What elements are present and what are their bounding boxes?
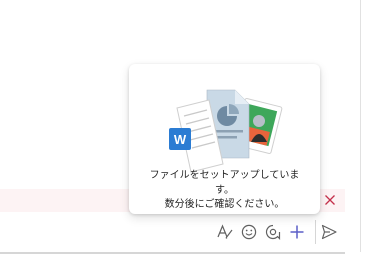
format-icon[interactable]	[214, 221, 236, 243]
panel-divider	[360, 0, 361, 252]
send-icon[interactable]	[318, 221, 340, 243]
emoji-icon[interactable]	[238, 221, 260, 243]
loop-icon[interactable]	[262, 221, 284, 243]
setup-message-line: ファイルをセットアップしていま	[149, 170, 300, 181]
close-icon[interactable]	[321, 191, 339, 209]
file-setup-illustration: W	[169, 89, 283, 173]
add-icon[interactable]	[286, 221, 308, 243]
setup-message-line: 数分後にご確認ください。	[164, 199, 285, 210]
file-setup-popover: W ファイルをセットアップしていま す。 数分後にご確認ください。	[129, 64, 320, 214]
setup-message: ファイルをセットアップしていま す。 数分後にご確認ください。	[137, 169, 312, 213]
svg-text:W: W	[174, 132, 187, 147]
word-icon: W	[169, 128, 191, 150]
message-compose-box[interactable]	[0, 212, 345, 254]
setup-message-line: す。	[215, 184, 234, 196]
toolbar-separator	[315, 220, 316, 244]
